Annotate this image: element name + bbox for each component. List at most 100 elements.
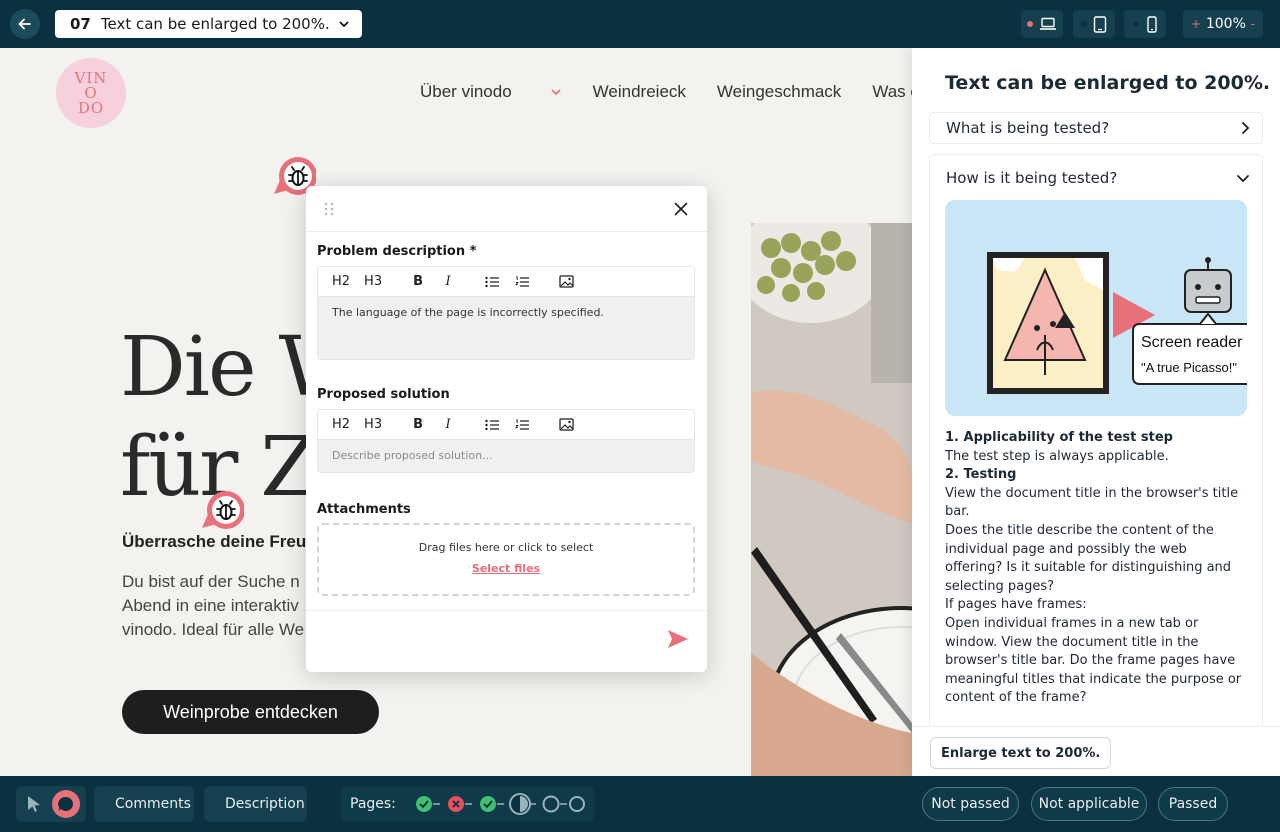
description-heading: 2. Testing — [945, 467, 1017, 483]
italic-button[interactable]: I — [440, 417, 456, 432]
comment-tool-button[interactable] — [52, 790, 80, 818]
not-passed-button[interactable]: Not passed — [922, 787, 1019, 821]
heading2-button[interactable]: H2 — [332, 274, 350, 289]
description-paragraph: If pages have frames: — [945, 597, 1087, 613]
back-button[interactable] — [10, 9, 40, 39]
zoom-in-button[interactable]: + — [1191, 17, 1201, 31]
description-heading: 1. Applicability of the test step — [945, 430, 1173, 445]
issue-report-dialog: Problem description * H2 H3 B I The lang… — [306, 186, 707, 672]
comment-icon — [58, 796, 73, 811]
cursor-icon[interactable] — [26, 795, 42, 813]
page-progress: Pages: — [341, 786, 594, 822]
test-step-panel: Text can be enlarged to 200%. What is be… — [912, 48, 1280, 776]
chevron-right-icon — [1242, 122, 1250, 134]
phone-icon — [1147, 15, 1157, 33]
proposed-solution-input[interactable]: Describe proposed solution... — [318, 440, 694, 472]
editor-toolbar: H2 H3 B I — [318, 410, 694, 440]
panel-title: Text can be enlarged to 200%. — [945, 72, 1271, 94]
problem-description-label: Problem description * — [317, 244, 477, 259]
accordion-what-is-tested[interactable]: What is being tested? — [929, 112, 1263, 144]
image-icon[interactable] — [558, 275, 574, 288]
mobile-view-button[interactable] — [1124, 10, 1166, 38]
site-navigation: Über vinodo Weindreieck Weingeschmack Wa… — [420, 82, 912, 102]
zoom-control: + 100% - — [1183, 10, 1263, 38]
screen-reader-illustration: Screen reader "A true Picasso!" — [945, 200, 1247, 416]
dialog-header — [306, 186, 707, 232]
description-paragraph: Open individual frames in a new tab or w… — [945, 615, 1242, 706]
drag-handle-icon[interactable] — [324, 202, 334, 216]
heading3-button[interactable]: H3 — [364, 417, 382, 432]
illustration-caption: Screen reader — [1141, 334, 1243, 351]
problem-description-input[interactable]: The language of the page is incorrectly … — [318, 297, 694, 359]
nav-item-was-er[interactable]: Was er — [872, 82, 912, 102]
hero-body-text: Du bist auf der Suche n Abend in eine in… — [122, 572, 305, 639]
chevron-down-icon — [339, 21, 349, 28]
tool-group — [16, 786, 86, 822]
heading2-button[interactable]: H2 — [332, 417, 350, 432]
bullet-list-icon[interactable] — [484, 419, 500, 431]
chevron-down-icon — [1237, 175, 1249, 183]
problem-description-editor: H2 H3 B I The language of the page is in… — [317, 266, 695, 360]
page-open-icon[interactable] — [568, 796, 585, 812]
tablet-icon — [1093, 15, 1107, 33]
heading3-button[interactable]: H3 — [364, 274, 382, 289]
file-dropzone[interactable]: Drag files here or click to select Selec… — [317, 523, 695, 596]
desktop-view-button[interactable] — [1021, 10, 1063, 38]
arrow-left-icon — [18, 18, 31, 30]
discover-wine-tasting-button[interactable]: Weinprobe entdecken — [122, 690, 379, 734]
image-icon[interactable] — [558, 418, 574, 431]
description-button[interactable]: Description — [204, 786, 307, 822]
bold-button[interactable]: B — [410, 417, 426, 432]
test-step-select[interactable]: 07 Text can be enlarged to 200%. — [55, 10, 362, 38]
tablet-view-button[interactable] — [1073, 10, 1115, 38]
vinodo-logo[interactable]: VIN O DO — [56, 58, 126, 128]
illustration-quote: "A true Picasso!" — [1141, 360, 1237, 375]
comments-button[interactable]: Comments — [94, 786, 194, 822]
editor-toolbar: H2 H3 B I — [318, 267, 694, 297]
wine-table-photo — [751, 223, 912, 776]
laptop-icon — [1040, 17, 1056, 30]
page-failed-icon[interactable] — [447, 796, 464, 812]
status-dot — [1081, 21, 1087, 27]
italic-button[interactable]: I — [440, 274, 456, 289]
bottom-bar: Comments Description Pages: Not passed N… — [0, 776, 1280, 832]
not-applicable-button[interactable]: Not applicable — [1031, 787, 1147, 821]
nav-item-weingeschmack[interactable]: Weingeschmack — [717, 82, 841, 102]
close-icon[interactable] — [673, 201, 689, 217]
select-files-link[interactable]: Select files — [319, 562, 693, 575]
step-title: Text can be enlarged to 200%. — [100, 15, 330, 33]
description-paragraph: The test step is always applicable. — [945, 448, 1169, 464]
nav-item-ueber-vinodo[interactable]: Über vinodo — [420, 82, 562, 102]
accordion-label: What is being tested? — [946, 119, 1110, 137]
send-icon[interactable] — [667, 629, 689, 649]
page-passed-icon[interactable] — [415, 796, 432, 812]
description-paragraph: Does the title describe the content of t… — [945, 522, 1232, 594]
accordion-label: How is it being tested? — [946, 169, 1118, 187]
page-passed-icon[interactable] — [479, 796, 496, 812]
chevron-down-icon — [551, 89, 561, 96]
panel-footer: Enlarge text to 200%. — [912, 726, 1280, 776]
proposed-solution-editor: H2 H3 B I Describe proposed solution... — [317, 409, 695, 473]
dialog-footer — [306, 610, 707, 672]
bold-button[interactable]: B — [410, 274, 426, 289]
nav-item-weindreieck[interactable]: Weindreieck — [593, 82, 686, 102]
zoom-level: 100% — [1205, 16, 1246, 32]
passed-button[interactable]: Passed — [1158, 787, 1228, 821]
description-paragraph: View the document title in the browser's… — [945, 485, 1239, 520]
enlarge-text-button[interactable]: Enlarge text to 200%. — [930, 737, 1112, 769]
top-bar: 07 Text can be enlarged to 200%. + 100% … — [0, 0, 1280, 48]
zoom-out-button[interactable]: - — [1251, 17, 1255, 31]
page-current-icon[interactable] — [508, 793, 531, 815]
status-dot — [1133, 21, 1139, 27]
bullet-list-icon[interactable] — [484, 276, 500, 288]
page-open-icon[interactable] — [542, 795, 560, 813]
hero-subheading: Überrasche deine Freu — [122, 532, 307, 551]
status-dot — [1027, 21, 1033, 27]
test-step-description: 1. Applicability of the test step The te… — [945, 429, 1245, 708]
numbered-list-icon[interactable] — [514, 276, 530, 288]
bug-marker-icon[interactable] — [198, 484, 244, 530]
numbered-list-icon[interactable] — [514, 419, 530, 431]
dropzone-text: Drag files here or click to select — [418, 541, 594, 554]
attachments-label: Attachments — [317, 502, 411, 517]
proposed-solution-label: Proposed solution — [317, 387, 450, 402]
